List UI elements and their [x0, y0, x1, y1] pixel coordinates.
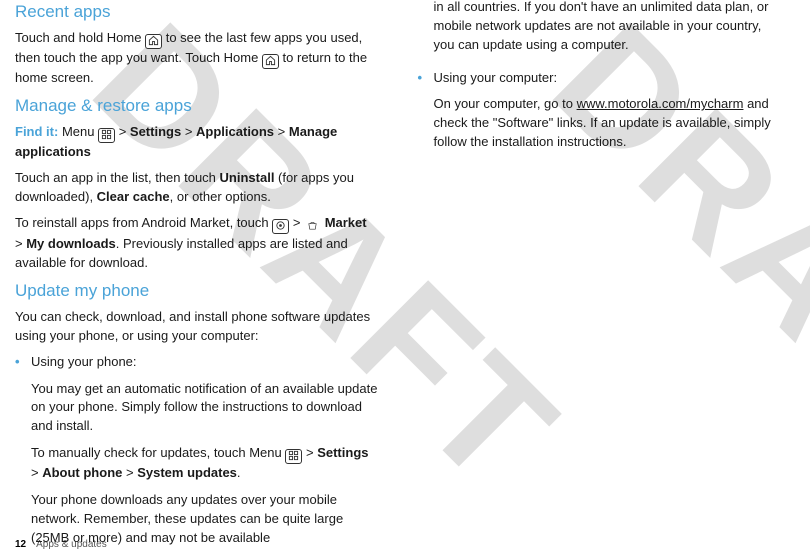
text: , or other options. [170, 189, 271, 204]
home-icon [145, 34, 162, 49]
bullet-using-computer: • Using your computer: On your computer,… [418, 69, 781, 160]
recent-apps-text: Touch and hold Home to see the last few … [15, 29, 378, 88]
column-left: Recent apps Touch and hold Home to see t… [15, 0, 398, 535]
reinstall-text: To reinstall apps from Android Market, t… [15, 214, 378, 273]
menu-icon [98, 128, 115, 143]
bullet-body: Using your computer: On your computer, g… [434, 69, 781, 160]
text-settings: Settings [130, 124, 181, 139]
market-icon [304, 220, 321, 235]
bullet-continuation: in all countries. If you don't have an u… [418, 0, 781, 63]
bullet-text: You may get an automatic notification of… [31, 380, 378, 437]
text: > [274, 124, 289, 139]
text: > [115, 124, 130, 139]
text: . [237, 465, 241, 480]
manage-uninstall-text: Touch an app in the list, then touch Uni… [15, 169, 378, 207]
bullet-dot-icon: • [418, 69, 434, 160]
find-it-label: Find it: [15, 124, 58, 139]
text: > [15, 236, 26, 251]
text: On your computer, go to [434, 96, 577, 111]
launcher-icon [272, 219, 289, 234]
text: > [122, 465, 137, 480]
heading-manage-restore: Manage & restore apps [15, 94, 378, 119]
spacer [418, 0, 434, 63]
text: > [31, 465, 42, 480]
text: Touch an app in the list, then touch [15, 170, 220, 185]
text-system-updates: System updates [137, 465, 237, 480]
link-motorola[interactable]: www.motorola.com/mycharm [577, 96, 744, 111]
text-settings: Settings [317, 445, 368, 460]
page-content: Recent apps Touch and hold Home to see t… [0, 0, 810, 535]
text: To reinstall apps from Android Market, t… [15, 215, 272, 230]
bullet-text: in all countries. If you don't have an u… [434, 0, 781, 55]
bullet-dot-icon: • [15, 353, 31, 556]
bullet-title: Using your phone: [31, 353, 378, 372]
bullet-text: To manually check for updates, touch Men… [31, 444, 378, 483]
text: To manually check for updates, touch Men… [31, 445, 285, 460]
bullet-using-phone: • Using your phone: You may get an autom… [15, 353, 378, 556]
text: > [302, 445, 317, 460]
bullet-text: Your phone downloads any updates over yo… [31, 491, 378, 548]
text-about-phone: About phone [42, 465, 122, 480]
text-applications: Applications [196, 124, 274, 139]
heading-update-phone: Update my phone [15, 279, 378, 304]
text-my-downloads: My downloads [26, 236, 116, 251]
find-it-path: Find it: Menu > Settings > Applications … [15, 123, 378, 162]
text: > [289, 215, 304, 230]
bullet-text: On your computer, go to www.motorola.com… [434, 95, 781, 152]
bullet-body: in all countries. If you don't have an u… [434, 0, 781, 63]
text: Menu [58, 124, 98, 139]
column-right: in all countries. If you don't have an u… [398, 0, 781, 535]
heading-recent-apps: Recent apps [15, 0, 378, 25]
text-clear-cache: Clear cache [97, 189, 170, 204]
bullet-title: Using your computer: [434, 69, 781, 88]
menu-icon [285, 449, 302, 464]
text: Touch and hold Home [15, 30, 145, 45]
update-intro-text: You can check, download, and install pho… [15, 308, 378, 346]
text-market: Market [325, 215, 367, 230]
home-icon [262, 54, 279, 69]
bullet-body: Using your phone: You may get an automat… [31, 353, 378, 556]
text: > [181, 124, 196, 139]
text-uninstall: Uninstall [220, 170, 275, 185]
